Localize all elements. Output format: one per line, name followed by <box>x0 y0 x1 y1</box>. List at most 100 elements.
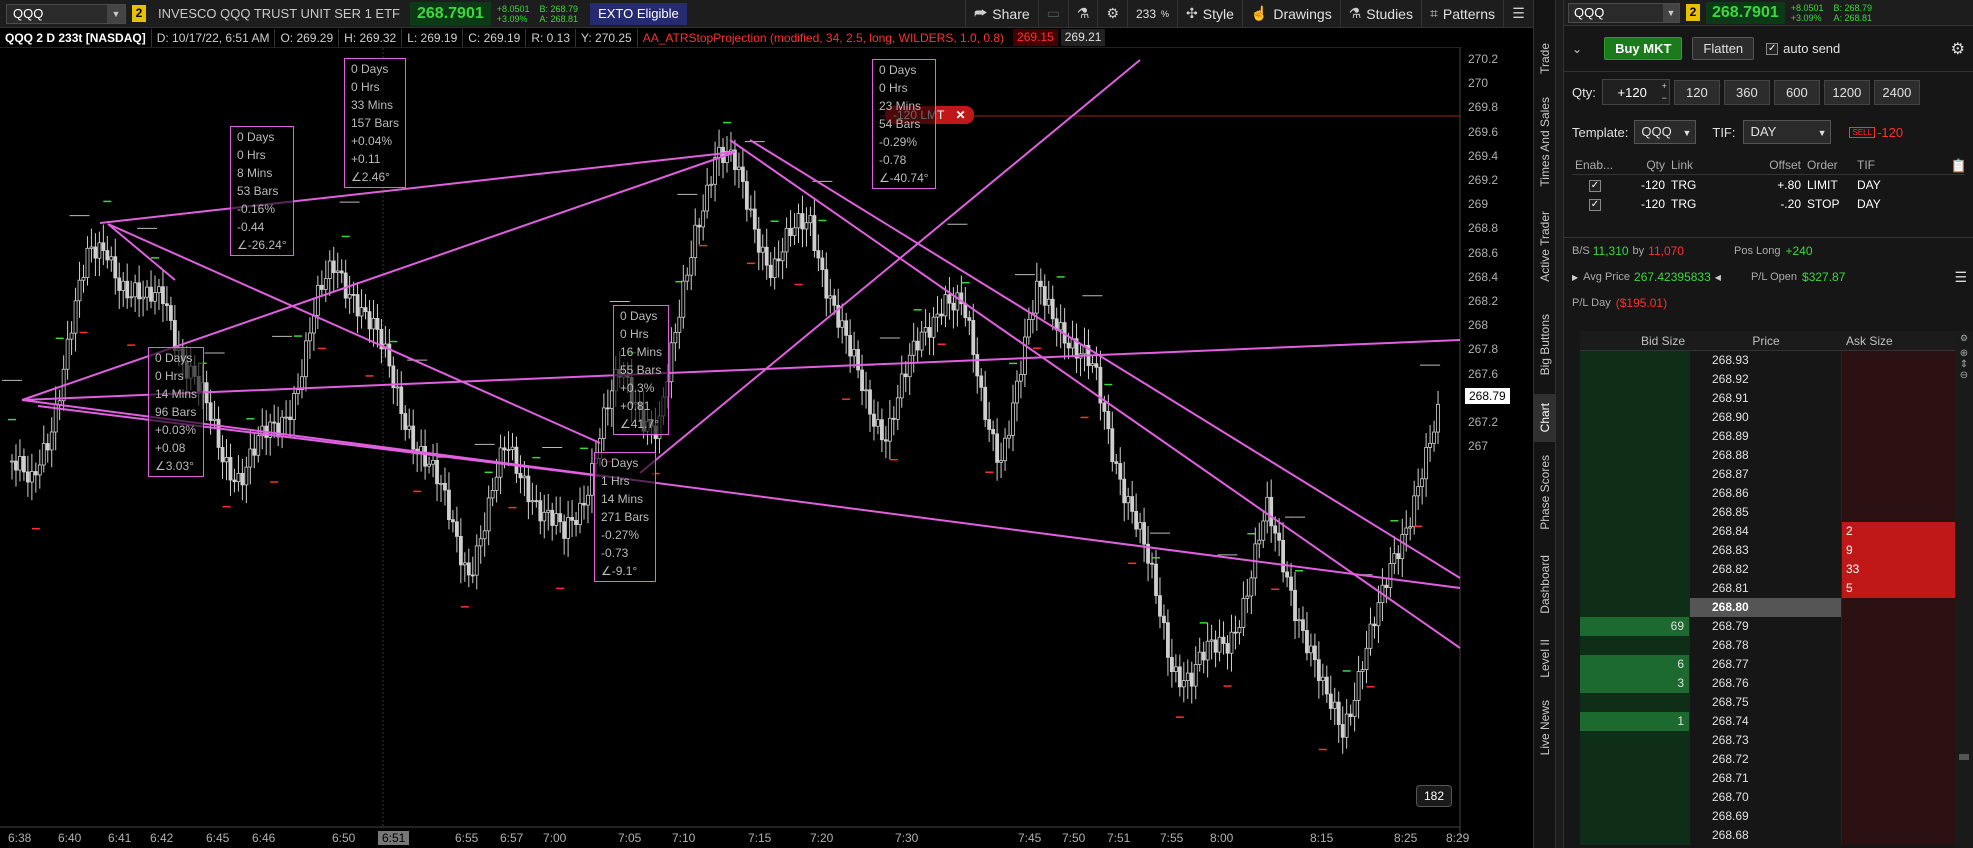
flatten-button[interactable]: Flatten <box>1692 37 1755 60</box>
ask-size-cell[interactable] <box>1842 636 1955 655</box>
bid-size-cell[interactable] <box>1580 579 1690 598</box>
bid-size-cell[interactable] <box>1580 503 1690 522</box>
trendline-stats-box[interactable]: 0 Days 0 Hrs 23 Mins 54 Bars -0.29% -0.78 ∠-40… <box>872 59 936 189</box>
trendline-stats-box[interactable]: 0 Days 1 Hrs 14 Mins 271 Bars -0.27% -0.73 ∠-9… <box>594 452 657 582</box>
ask-size-cell[interactable]: 5 <box>1842 579 1955 598</box>
flask-button[interactable]: ⚗ <box>1067 0 1098 28</box>
ladder-row[interactable]: 268.88 <box>1580 446 1973 465</box>
gear-icon[interactable]: ⚙ <box>1951 39 1965 59</box>
ask-size-cell[interactable] <box>1842 712 1955 731</box>
ladder-row[interactable]: 268.91 <box>1580 389 1973 408</box>
link-group-badge[interactable]: 2 <box>132 5 146 22</box>
ladder-row[interactable]: 268.82 33 <box>1580 560 1973 579</box>
left-arrow-icon[interactable]: ◀ <box>1715 273 1721 282</box>
auto-send-checkbox[interactable]: ✓ <box>1766 42 1779 55</box>
ladder-row[interactable]: 268.70 <box>1580 788 1973 807</box>
price-cell[interactable]: 268.79 <box>1690 617 1842 636</box>
ladder-row[interactable]: 268.69 <box>1580 807 1973 826</box>
close-icon[interactable]: ✕ <box>955 108 965 122</box>
price-cell[interactable]: 268.90 <box>1690 408 1842 427</box>
ask-size-cell[interactable] <box>1842 351 1955 370</box>
trendline-stats-box[interactable]: 0 Days 0 Hrs 14 Mins 96 Bars +0.03% +0.08 ∠3.0… <box>148 347 205 477</box>
study-label[interactable]: AA_ATRStopProjection (modified, 34, 2.5,… <box>638 31 1009 45</box>
qty-preset-1200[interactable]: 1200 <box>1823 79 1870 105</box>
price-cell[interactable]: 268.83 <box>1690 541 1842 560</box>
bid-size-cell[interactable] <box>1580 522 1690 541</box>
price-cell[interactable]: 268.77 <box>1690 655 1842 674</box>
chevron-down-icon[interactable]: ▼ <box>1663 3 1679 22</box>
ask-size-cell[interactable] <box>1842 693 1955 712</box>
center-icon[interactable]: ⇕ <box>1955 359 1973 370</box>
bid-size-cell[interactable]: 6 <box>1580 655 1690 674</box>
ask-size-cell[interactable] <box>1842 674 1955 693</box>
drawings-menu[interactable]: ☝ Drawings <box>1241 0 1340 28</box>
ladder-row[interactable]: 268.72 <box>1580 750 1973 769</box>
ladder-row[interactable]: 268.80 <box>1580 598 1973 617</box>
bid-size-cell[interactable] <box>1580 807 1690 826</box>
ask-size-cell[interactable] <box>1842 807 1955 826</box>
ask-size-cell[interactable] <box>1842 750 1955 769</box>
qty-preset-2400[interactable]: 2400 <box>1873 79 1920 105</box>
ladder-row[interactable]: 268.81 5 <box>1580 579 1973 598</box>
tab-chart[interactable]: Chart <box>1534 394 1556 442</box>
price-cell[interactable]: 268.69 <box>1690 807 1842 826</box>
bid-size-cell[interactable] <box>1580 826 1690 845</box>
bid-size-cell[interactable] <box>1580 389 1690 408</box>
order-enabled-checkbox[interactable]: ✓ <box>1589 199 1601 211</box>
zoom-out-icon[interactable]: ⊖ <box>1955 370 1973 381</box>
settings-button[interactable]: ⚙ <box>1097 0 1127 28</box>
ask-size-cell[interactable] <box>1842 389 1955 408</box>
ladder-scrollbar[interactable] <box>1959 754 1969 760</box>
price-cell[interactable]: 268.75 <box>1690 693 1842 712</box>
tab-level-ii[interactable]: Level II <box>1534 630 1556 686</box>
price-cell[interactable]: 268.93 <box>1690 351 1842 370</box>
tab-phase-scores[interactable]: Phase Scores <box>1534 446 1556 538</box>
ask-size-cell[interactable] <box>1842 465 1955 484</box>
ask-size-cell[interactable] <box>1842 503 1955 522</box>
tif-select[interactable]: DAY ▼ <box>1743 120 1832 144</box>
bid-size-cell[interactable]: 3 <box>1580 674 1690 693</box>
ask-size-cell[interactable] <box>1842 446 1955 465</box>
price-cell[interactable]: 268.89 <box>1690 427 1842 446</box>
bid-size-cell[interactable] <box>1580 465 1690 484</box>
ladder-row[interactable]: 268.86 <box>1580 484 1973 503</box>
ladder-row[interactable]: 268.83 9 <box>1580 541 1973 560</box>
qty-preset-360[interactable]: 360 <box>1723 79 1770 105</box>
chevron-down-icon[interactable]: ▼ <box>107 4 125 23</box>
price-cell[interactable]: 268.71 <box>1690 769 1842 788</box>
settings-icon[interactable]: ⚙ <box>1955 333 1973 344</box>
ladder-row[interactable]: 268.78 <box>1580 636 1973 655</box>
price-cell[interactable]: 268.74 <box>1690 712 1842 731</box>
symbol-selector[interactable]: QQQ ▼ <box>6 3 126 24</box>
price-cell[interactable]: 268.78 <box>1690 636 1842 655</box>
buy-market-button[interactable]: Buy MKT <box>1604 37 1683 60</box>
minus-icon[interactable]: − <box>1662 93 1667 103</box>
tab-active-trader[interactable]: Active Trader <box>1534 198 1556 294</box>
clipboard-icon[interactable]: 📋 <box>1951 158 1967 174</box>
trendline-stats-box[interactable]: 0 Days 0 Hrs 33 Mins 157 Bars +0.04% +0.11 ∠2.… <box>344 58 407 188</box>
ask-size-cell[interactable]: 33 <box>1842 560 1955 579</box>
ask-size-cell[interactable] <box>1842 826 1955 845</box>
bid-size-cell[interactable] <box>1580 484 1690 503</box>
camera-button[interactable]: ▭ <box>1037 0 1068 28</box>
ladder-row[interactable]: 268.89 <box>1580 427 1973 446</box>
price-cell[interactable]: 268.87 <box>1690 465 1842 484</box>
patterns-menu[interactable]: ⌗ Patterns <box>1420 0 1503 28</box>
menu-button[interactable]: ☰ <box>1503 0 1533 28</box>
bid-size-cell[interactable] <box>1580 750 1690 769</box>
plus-icon[interactable]: + <box>1662 81 1667 91</box>
bid-size-cell[interactable] <box>1580 351 1690 370</box>
price-cell[interactable]: 268.91 <box>1690 389 1842 408</box>
bid-size-cell[interactable]: 1 <box>1580 712 1690 731</box>
ask-size-cell[interactable] <box>1842 484 1955 503</box>
bid-size-cell[interactable] <box>1580 693 1690 712</box>
tab-trade[interactable]: Trade <box>1534 28 1556 88</box>
bid-size-cell[interactable] <box>1580 560 1690 579</box>
qty-preset-120[interactable]: 120 <box>1673 79 1720 105</box>
bid-size-cell[interactable] <box>1580 788 1690 807</box>
price-cell[interactable]: 268.92 <box>1690 370 1842 389</box>
bid-size-cell[interactable] <box>1580 731 1690 750</box>
quantity-stepper[interactable]: +120 + − <box>1601 79 1670 105</box>
trader-link-badge[interactable]: 2 <box>1686 4 1700 21</box>
ask-size-cell[interactable] <box>1842 598 1955 617</box>
